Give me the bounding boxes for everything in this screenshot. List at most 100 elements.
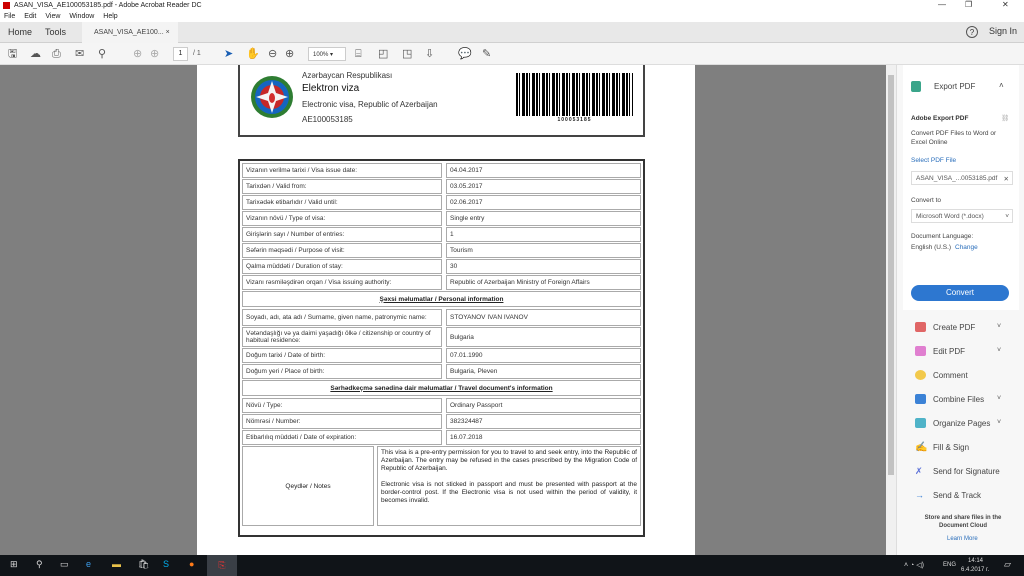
service-description: Convert PDF Files to Word or Excel Onlin…	[911, 130, 997, 146]
change-language-link[interactable]: Change	[955, 244, 978, 251]
tool-edit-pdf[interactable]: Edit PDF	[915, 346, 965, 356]
start-windows-icon[interactable]: ⊞	[10, 559, 18, 570]
full-screen-icon[interactable]: ◳	[402, 47, 412, 61]
learn-more-link[interactable]: Learn More	[947, 536, 978, 542]
tool-create-pdf[interactable]: Create PDF	[915, 322, 975, 332]
tab-document-label: ASAN_VISA_AE100...	[94, 29, 164, 36]
maximize-button[interactable]: ❐	[965, 0, 972, 9]
table-row: Vizanı rəsmiləşdirən orqan / Visa issuin…	[242, 275, 641, 290]
clock-time[interactable]: 14:14	[968, 558, 983, 564]
menu-window[interactable]: Window	[69, 13, 94, 20]
skype-icon[interactable]: S	[163, 559, 169, 569]
scrollbar-thumb[interactable]	[888, 75, 894, 475]
visa-subtitle: Electronic visa, Republic of Azerbaijan	[302, 100, 438, 109]
select-pdf-file-link[interactable]: Select PDF File	[911, 157, 956, 164]
field-label: Girişlərin sayı / Number of entries:	[242, 227, 442, 242]
field-label: Qalma müddəti / Duration of stay:	[242, 259, 442, 274]
send-signature-icon: ✗	[915, 466, 923, 476]
menu-help[interactable]: Help	[103, 13, 117, 20]
search-icon[interactable]: ⚲	[98, 47, 106, 61]
notes-text: This visa is a pre-entry permission for …	[377, 446, 641, 526]
tool-comment[interactable]: Comment	[915, 370, 968, 380]
save-icon[interactable]: 🖫	[8, 47, 17, 61]
close-tab-icon[interactable]: ×	[166, 29, 170, 36]
menu-view[interactable]: View	[45, 13, 60, 20]
search-icon[interactable]: ⚲	[36, 559, 43, 570]
chevron-down-icon[interactable]: ˅	[997, 323, 1001, 330]
edge-icon[interactable]: e	[86, 559, 91, 569]
fit-page-icon[interactable]: ⌸	[355, 47, 362, 61]
field-label: Doğum yeri / Place of birth:	[242, 364, 442, 379]
tool-send-track[interactable]: → Send & Track	[915, 490, 981, 500]
remove-file-icon[interactable]: ✕	[1004, 175, 1009, 183]
prev-page-icon[interactable]: ⊕	[133, 47, 142, 61]
field-value: Bulgaria, Pleven	[446, 364, 641, 379]
upload-cloud-icon[interactable]: ☁	[30, 47, 41, 61]
field-value: Bulgaria	[446, 327, 641, 347]
tray-icons[interactable]: ˄ ◔ ◁)	[904, 561, 924, 569]
collapse-chevron-icon[interactable]: ˄	[999, 81, 1004, 90]
tab-document[interactable]: ASAN_VISA_AE100... ×	[82, 22, 178, 43]
tool-send-for-signature[interactable]: ✗ Send for Signature	[915, 466, 1000, 476]
sign-in-link[interactable]: Sign In	[989, 26, 1017, 36]
chevron-down-icon[interactable]: ˅	[997, 347, 1001, 354]
tool-label: Organize Pages	[933, 418, 991, 428]
store-icon[interactable]: 🛍	[138, 559, 149, 570]
document-cloud-promo: Store and share files in the Document Cl…	[924, 515, 1002, 529]
close-button[interactable]: ✕	[1002, 0, 1009, 9]
export-pdf-icon	[911, 81, 921, 92]
print-icon[interactable]: ⎙	[52, 47, 61, 61]
zoom-select[interactable]: 100% ▾	[308, 47, 346, 61]
task-view-icon[interactable]: ▭	[60, 559, 69, 570]
page-number-input[interactable]: 1	[173, 47, 188, 61]
comment-icon[interactable]: 💬	[458, 47, 472, 61]
field-value: 382324487	[446, 414, 641, 429]
vertical-scrollbar[interactable]	[886, 65, 896, 555]
table-row: Girişlərin sayı / Number of entries: 1	[242, 227, 641, 242]
hand-tool-icon[interactable]: ✋	[246, 47, 260, 61]
table-row: Qalma müddəti / Duration of stay: 30	[242, 259, 641, 274]
help-icon[interactable]: ?	[966, 26, 978, 38]
table-row: Doğum yeri / Place of birth: Bulgaria, Pl…	[242, 364, 641, 379]
zoom-out-icon[interactable]: ⊖	[268, 47, 277, 61]
menu-edit[interactable]: Edit	[24, 13, 36, 20]
notes-paragraph: Electronic visa is not sticked in passpo…	[381, 481, 637, 504]
file-explorer-icon[interactable]: ▬	[112, 559, 121, 569]
format-select[interactable]: Microsoft Word (*.docx) ˅	[911, 209, 1013, 223]
tool-organize-pages[interactable]: Organize Pages	[915, 418, 990, 428]
field-value: Single entry	[446, 211, 641, 226]
chevron-down-icon[interactable]: ˅	[997, 395, 1001, 402]
zoom-in-icon[interactable]: ⊕	[285, 47, 294, 61]
firefox-icon[interactable]: ●	[189, 559, 194, 569]
field-value: 04.04.2017	[446, 163, 641, 178]
field-value: 02.06.2017	[446, 195, 641, 210]
table-row: Növü / Type: Ordinary Passport	[242, 398, 641, 413]
minimize-button[interactable]: —	[938, 0, 946, 9]
visa-number: AE100053185	[302, 115, 353, 124]
tool-label: Send & Track	[933, 490, 982, 500]
selected-file-field[interactable]: ASAN_VISA_...0053185.pdf ✕	[911, 171, 1013, 185]
rotate-icon[interactable]: ◰	[378, 47, 388, 61]
tab-home[interactable]: Home	[8, 27, 32, 37]
select-cursor-icon[interactable]: ➤	[224, 47, 233, 61]
tab-tools[interactable]: Tools	[45, 27, 66, 37]
scroll-mode-icon[interactable]: ⇩	[425, 47, 434, 61]
convert-button[interactable]: Convert	[911, 285, 1009, 301]
acrobat-taskbar-icon[interactable]: ⎘	[207, 555, 237, 576]
comment-bubble-icon	[915, 370, 926, 380]
zoom-value: 100%	[313, 52, 329, 58]
field-label: Tarixdən / Valid from:	[242, 179, 442, 194]
tool-combine-files[interactable]: Combine Files	[915, 394, 984, 404]
field-label: Vizanı rəsmiləşdirən orqan / Visa issuin…	[242, 275, 442, 290]
menu-file[interactable]: File	[4, 13, 15, 20]
email-icon[interactable]: ✉	[75, 47, 84, 61]
highlight-pen-icon[interactable]: ✎	[482, 47, 491, 61]
next-page-icon[interactable]: ⊕	[150, 47, 159, 61]
chevron-down-icon[interactable]: ˅	[997, 419, 1001, 426]
table-row: Soyadı, adı, ata adı / Surname, given na…	[242, 309, 641, 326]
link-icon[interactable]: ⛓	[1001, 114, 1009, 122]
tool-fill-sign[interactable]: ✍ Fill & Sign	[915, 442, 969, 453]
clock-date[interactable]: 6.4.2017 г.	[961, 567, 989, 573]
notifications-icon[interactable]: ▱	[1004, 559, 1011, 570]
input-language[interactable]: ENG	[943, 562, 956, 568]
